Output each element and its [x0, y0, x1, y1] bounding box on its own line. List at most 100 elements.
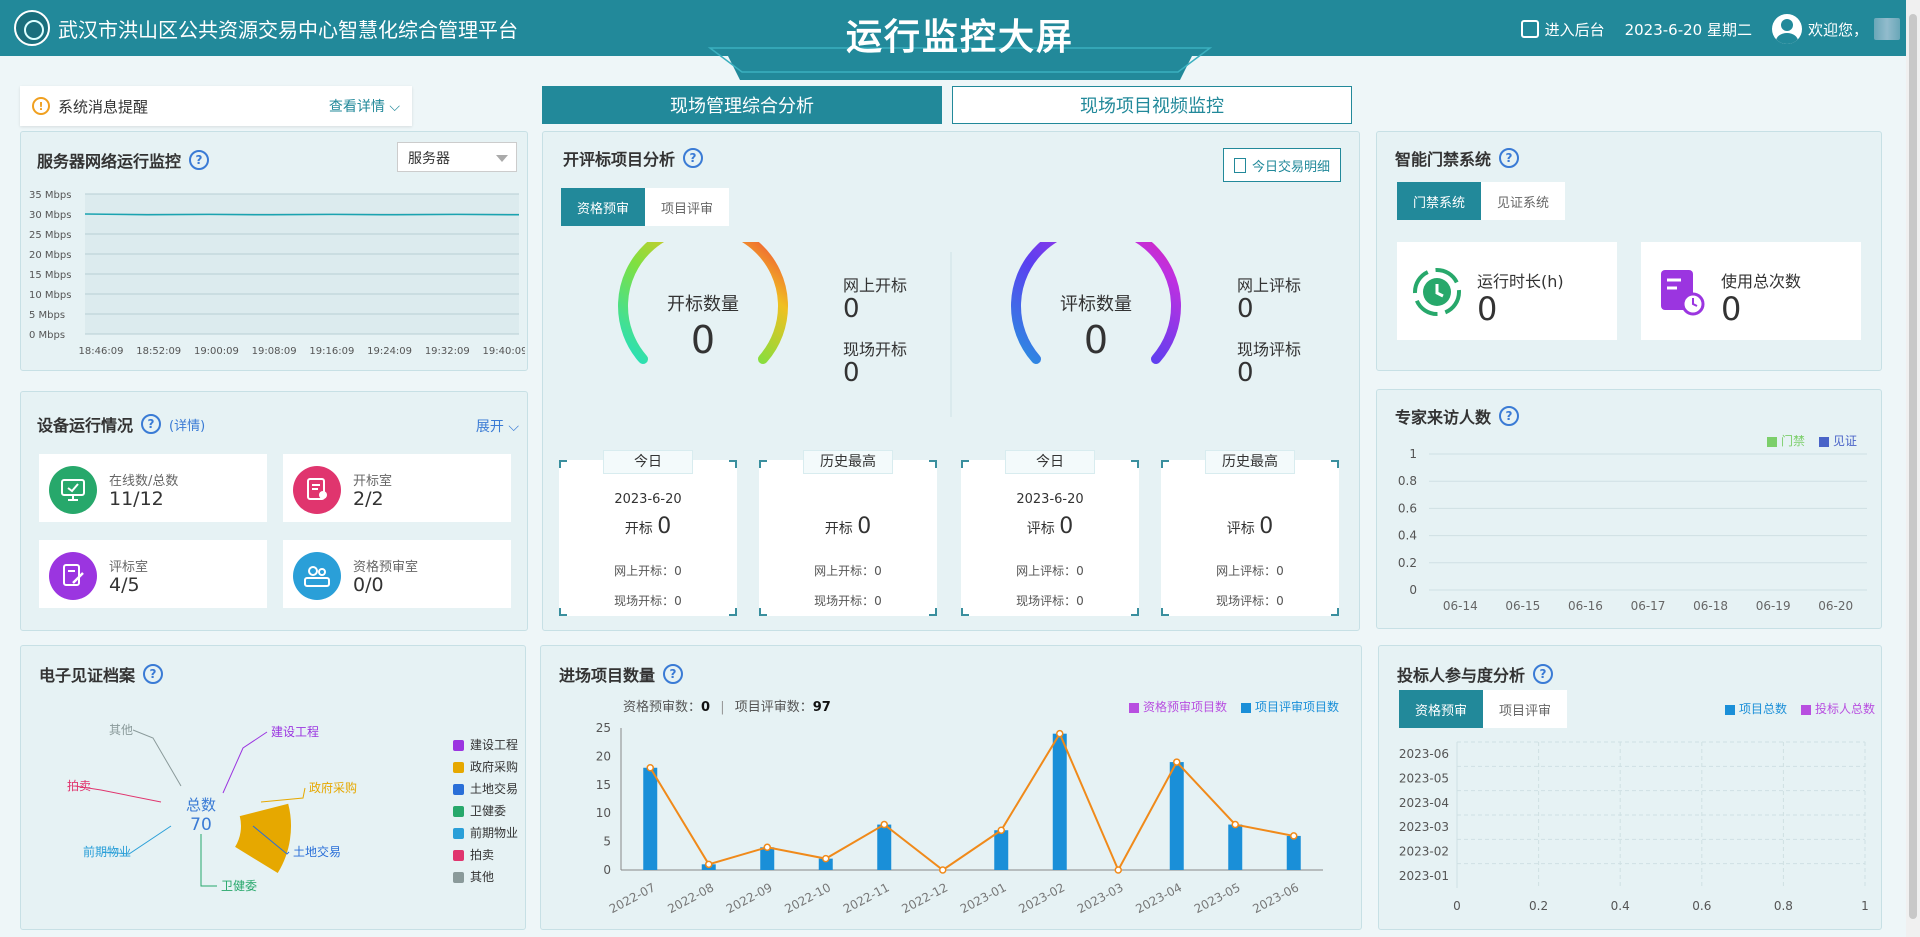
device-detail-link[interactable]: (详情) — [169, 415, 205, 434]
entry-title-text: 进场项目数量 — [559, 666, 656, 685]
x-tick-label: 0.2 — [1529, 899, 1548, 913]
system-notice[interactable]: ! 系统消息提醒 查看详情 ⌵ — [20, 86, 412, 126]
tab-bidder-prequal[interactable]: 资格预审 — [1399, 690, 1484, 728]
legend-item: 前期物业 — [453, 822, 518, 844]
device-card-online[interactable]: 在线数/总数 11/12 — [39, 454, 267, 522]
door-card-value: 0 — [1721, 290, 1742, 328]
legend-label: 政府采购 — [470, 760, 519, 774]
page-scrollbar[interactable] — [1906, 0, 1920, 937]
legend-item: 拍卖 — [453, 844, 518, 866]
trend-point — [1173, 758, 1181, 766]
y-tick-label: 2023-03 — [1399, 820, 1449, 834]
help-icon[interactable]: ? — [1533, 664, 1554, 684]
enter-admin-button[interactable]: 进入后台 — [1520, 19, 1605, 40]
evaluation-gauge-value: 0 — [1083, 318, 1109, 362]
tab-door-system[interactable]: 门禁系统 — [1397, 182, 1482, 220]
card-sub1: 网上评标：0 — [1216, 564, 1284, 578]
pie-total-value: 70 — [190, 815, 212, 835]
x-tick-label: 2023-02 — [1016, 880, 1067, 916]
help-icon[interactable]: ? — [141, 414, 162, 434]
expert-title-text: 专家来访人数 — [1395, 408, 1492, 427]
help-icon[interactable]: ? — [683, 148, 704, 168]
card-tag: 历史最高 — [1205, 450, 1295, 474]
tab-prequal[interactable]: 资格预审 — [561, 188, 646, 226]
help-icon[interactable]: ? — [189, 150, 210, 170]
y-tick-label: 20 Mbps — [29, 250, 71, 261]
device-card-evaluation-room[interactable]: 评标室 4/5 — [39, 540, 267, 608]
chevron-down-icon: ⌵ — [389, 99, 400, 115]
notice-detail-link[interactable]: 查看详情 ⌵ — [329, 96, 400, 116]
door-panel-title: 智能门禁系统 ? — [1395, 146, 1520, 170]
y-tick-label: 2023-05 — [1399, 772, 1449, 786]
y-tick-label: 2023-02 — [1399, 845, 1449, 859]
legend-item: 建设工程 — [453, 734, 518, 756]
card-main: 评标 0 — [1226, 514, 1274, 539]
y-tick-label: 0 Mbps — [29, 330, 65, 341]
card-sub2: 现场评标：0 — [1216, 594, 1284, 608]
device-card-prequal-room[interactable]: 资格预审室 0/0 — [283, 540, 511, 608]
bar-2023-05 — [1228, 824, 1243, 870]
y-tick-label: 10 — [596, 806, 611, 820]
pie-label: 土地交易 — [293, 844, 341, 859]
device-value: 2/2 — [353, 488, 384, 510]
help-icon[interactable]: ? — [1499, 148, 1520, 168]
expand-toggle[interactable]: 展开 ⌵ — [476, 416, 519, 436]
legend-item: 项目评审项目数 — [1240, 698, 1339, 715]
user-menu[interactable]: 欢迎您， — [1771, 14, 1900, 44]
expert-bar-chart: 1 0.8 0.6 0.4 0.2 0 06-14 06-15 06-16 06-17 06-18 0… — [1398, 447, 1867, 613]
device-card-opening-room[interactable]: 开标室 2/2 — [283, 454, 511, 522]
legend-swatch — [453, 784, 464, 795]
site-eval-value: 0 — [1237, 358, 1254, 388]
site-opening-value: 0 — [843, 358, 860, 388]
x-tick-label: 0.6 — [1692, 899, 1711, 913]
scrollbar-thumb[interactable] — [1909, 14, 1917, 919]
pie-label: 拍卖 — [67, 778, 91, 793]
help-icon[interactable]: ? — [1499, 406, 1520, 426]
trend-point — [939, 866, 947, 874]
door-access-panel: 智能门禁系统 ? 门禁系统 见证系统 运行时长(h) 0 使用总次数 0 — [1376, 131, 1882, 371]
tab-video-monitor[interactable]: 现场项目视频监控 — [952, 86, 1352, 124]
today-trade-detail-button[interactable]: 今日交易明细 — [1222, 148, 1341, 182]
trend-point — [705, 860, 713, 869]
warning-icon: ! — [32, 97, 50, 115]
legend-item: 项目总数 — [1724, 700, 1787, 717]
y-tick-label: 15 — [596, 778, 611, 792]
pie-label: 卫健委 — [221, 879, 257, 893]
tab-bidder-review[interactable]: 项目评审 — [1483, 690, 1568, 728]
door-title-text: 智能门禁系统 — [1395, 150, 1492, 169]
expert-panel-title: 专家来访人数 ? — [1395, 404, 1520, 428]
enter-admin-label: 进入后台 — [1544, 20, 1605, 39]
help-icon[interactable]: ? — [143, 664, 164, 684]
legend-label: 拍卖 — [470, 848, 495, 862]
server-select[interactable]: 服务器 — [397, 142, 517, 172]
tab-witness-system[interactable]: 见证系统 — [1481, 182, 1566, 220]
tab-project-review[interactable]: 项目评审 — [645, 188, 730, 226]
device-status-panel: 设备运行情况 ? (详情) 展开 ⌵ 在线数/总数 11/12 开标室 2/2 … — [20, 391, 528, 631]
logo-icon — [14, 10, 50, 46]
card-sub1: 网上开标：0 — [814, 564, 882, 578]
x-tick-label: 19:40:09 — [483, 346, 525, 357]
y-tick-label: 0 — [1409, 583, 1417, 597]
monitor-icon — [49, 466, 97, 514]
notice-text: 系统消息提醒 — [58, 97, 149, 116]
bar-2023-06 — [1286, 835, 1301, 870]
y-tick-label: 0.6 — [1398, 501, 1417, 515]
card-sub1: 网上开标：0 — [614, 564, 682, 578]
legend-item: 投标人总数 — [1800, 700, 1875, 717]
y-tick-label: 0.2 — [1398, 556, 1417, 570]
tab-site-analysis[interactable]: 现场管理综合分析 — [542, 86, 942, 124]
entry-projects-panel: 进场项目数量 ? 资格预审数：0 | 项目评审数：97 资格预审项目数 项目评审… — [540, 645, 1362, 930]
x-tick-label: 1 — [1861, 899, 1869, 913]
x-tick-label: 06-17 — [1631, 599, 1666, 613]
usage-document-icon — [1661, 270, 1705, 316]
bid-tabs: 资格预审 项目评审 — [561, 188, 730, 226]
pie-label: 其他 — [109, 723, 133, 737]
welcome-text: 欢迎您， — [1807, 20, 1868, 39]
x-tick-label: 2022-09 — [724, 880, 775, 916]
x-tick-label: 2022-10 — [782, 880, 833, 916]
x-tick-label: 2023-03 — [1075, 880, 1126, 916]
x-tick-label: 2022-08 — [665, 880, 716, 916]
site-eval-label: 现场评标 — [1237, 340, 1302, 359]
help-icon[interactable]: ? — [663, 664, 684, 684]
expert-visitors-panel: 专家来访人数 ? 门禁 见证 1 0.8 0.6 0.4 0.2 0 06-14 06-15 0… — [1376, 389, 1882, 629]
